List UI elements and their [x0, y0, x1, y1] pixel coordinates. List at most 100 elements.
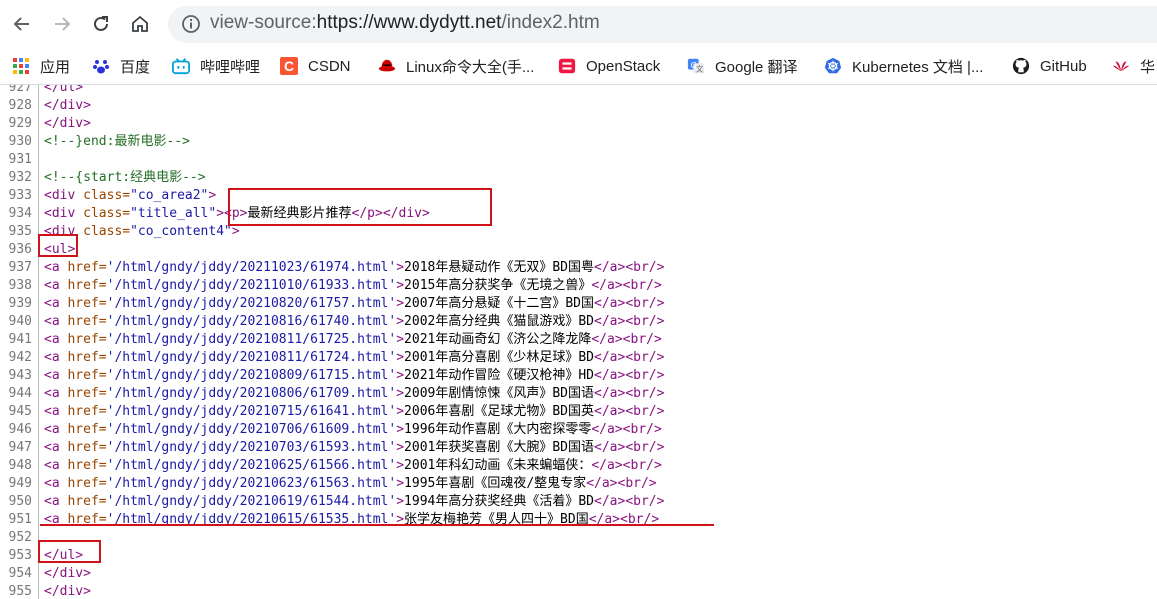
source-view[interactable]: 927 </ul> 928 </div> 929 </div> 930 <!--}end:最新… [0, 85, 1157, 599]
line-number: 939 [8, 296, 32, 311]
source-link[interactable]: '/html/gndy/jddy/20210706/61609.html' [107, 422, 397, 437]
bookmark-apps[interactable]: 应用 [12, 56, 70, 76]
html-tag: > [396, 404, 405, 419]
reload-icon [94, 16, 108, 31]
attribute-name: href= [67, 440, 107, 455]
code-text: 2015年高分获奖争《无境之兽》 [404, 278, 592, 293]
bookmark-label: 百度 [120, 58, 151, 76]
line-code: <a href='/html/gndy/jddy/20210816/61740.… [44, 313, 664, 331]
kubernetes-helm-icon [824, 57, 842, 75]
annotation-underline [40, 524, 714, 526]
line-number: 949 [8, 476, 32, 491]
line-number: 938 [8, 278, 32, 293]
csdn-logo-icon: C [280, 57, 298, 75]
code-text: 2021年动画奇幻《济公之降龙降 [404, 332, 592, 347]
line-code: <a href='/html/gndy/jddy/20210806/61709.… [44, 385, 664, 403]
bookmark-baidu[interactable]: 百度 [92, 56, 150, 76]
source-link[interactable]: '/html/gndy/jddy/20210816/61740.html' [107, 314, 397, 329]
line-number: 936 [8, 242, 32, 257]
html-tag: </a> [594, 386, 626, 401]
source-link[interactable]: '/html/gndy/jddy/20210619/61544.html' [107, 494, 397, 509]
line-code: <a href='/html/gndy/jddy/20210625/61566.… [44, 457, 662, 475]
bookmark-csdn[interactable]: C CSDN [280, 56, 351, 76]
annotation-box-ul-close [38, 540, 101, 563]
html-tag: <br/> [622, 422, 662, 437]
html-tag: > [396, 494, 405, 509]
source-link[interactable]: '/html/gndy/jddy/20210809/61715.html' [107, 368, 397, 383]
html-tag: </a> [594, 404, 626, 419]
html-tag: > [396, 458, 405, 473]
url-host: https://www.dydytt.net [316, 12, 502, 33]
bookmark-linux[interactable]: Linux命令大全(手... [378, 56, 534, 76]
bookmark-google-translate[interactable]: G文 Google 翻译 [687, 56, 798, 76]
html-tag: <div [44, 206, 84, 221]
html-tag: <br/> [617, 476, 657, 491]
bookmark-label: 华 [1140, 58, 1156, 76]
info-icon[interactable] [181, 14, 201, 34]
html-tag: > [396, 440, 405, 455]
source-link[interactable]: '/html/gndy/jddy/20210623/61563.html' [107, 476, 397, 491]
html-tag: </div> [44, 566, 91, 581]
line-number: 932 [8, 170, 32, 185]
html-tag: </a> [594, 260, 626, 275]
line-code: <a href='/html/gndy/jddy/20210811/61724.… [44, 349, 664, 367]
huawei-logo-icon [1112, 57, 1130, 75]
source-link[interactable]: '/html/gndy/jddy/20210811/61725.html' [107, 332, 397, 347]
bookmark-label: OpenStack [586, 57, 661, 75]
source-link[interactable]: '/html/gndy/jddy/20210625/61566.html' [107, 458, 397, 473]
line-number: 946 [8, 422, 32, 437]
annotation-box-title [228, 188, 492, 226]
line-code: </ul> [44, 85, 83, 97]
line-number: 948 [8, 458, 32, 473]
html-tag: <a [44, 458, 68, 473]
line-number: 955 [8, 584, 32, 599]
source-link[interactable]: '/html/gndy/jddy/20210703/61593.html' [107, 440, 397, 455]
html-tag: </a> [594, 440, 626, 455]
forward-button[interactable] [48, 10, 76, 38]
source-link[interactable]: '/html/gndy/jddy/20210715/61641.html' [107, 404, 397, 419]
html-tag: <a [44, 476, 68, 491]
bookmark-huawei[interactable]: 华 [1112, 56, 1155, 76]
line-code: <a href='/html/gndy/jddy/20210703/61593.… [44, 439, 664, 457]
line-number: 928 [8, 98, 32, 113]
address-url[interactable]: view-source:https://www.dydytt.net/index… [210, 12, 600, 34]
source-link[interactable]: '/html/gndy/jddy/20211023/61974.html' [107, 260, 397, 275]
home-icon [132, 15, 148, 32]
back-button[interactable] [8, 10, 36, 38]
line-code: <!--}end:最新电影--> [44, 133, 190, 151]
html-tag: > [396, 278, 405, 293]
html-tag: </a> [591, 332, 623, 347]
code-text: 2001年高分喜剧《少林足球》BD [404, 350, 595, 365]
attribute-value: "title_all" [130, 206, 217, 221]
bookmark-label: CSDN [308, 57, 351, 75]
html-tag: > [396, 368, 405, 383]
source-link[interactable]: '/html/gndy/jddy/20210806/61709.html' [107, 386, 397, 401]
attribute-name: href= [67, 350, 107, 365]
attribute-name: href= [67, 296, 107, 311]
html-tag: <br/> [622, 278, 662, 293]
html-tag: <br/> [622, 332, 662, 347]
home-button[interactable] [126, 10, 154, 38]
html-tag: </a> [594, 494, 626, 509]
source-link[interactable]: '/html/gndy/jddy/20210820/61757.html' [107, 296, 397, 311]
bookmark-bilibili[interactable]: 哔哩哔哩 [172, 56, 260, 76]
bookmark-github[interactable]: GitHub [1012, 56, 1087, 76]
reload-button[interactable] [87, 10, 115, 38]
attribute-name: class= [83, 188, 131, 203]
line-number: 952 [8, 530, 32, 545]
html-tag: <br/> [625, 314, 665, 329]
source-link[interactable]: '/html/gndy/jddy/20210811/61724.html' [107, 350, 397, 365]
redhat-icon [378, 57, 396, 75]
attribute-name: href= [67, 314, 107, 329]
apps-grid-icon [12, 57, 30, 75]
html-tag: > [396, 296, 405, 311]
html-tag: </a> [591, 422, 623, 437]
attribute-name: class= [83, 224, 131, 239]
source-link[interactable]: '/html/gndy/jddy/20211010/61933.html' [107, 278, 397, 293]
bookmark-openstack[interactable]: OpenStack [558, 56, 660, 76]
line-code: <a href='/html/gndy/jddy/20210811/61725.… [44, 331, 662, 349]
html-tag: > [396, 476, 405, 491]
line-number: 947 [8, 440, 32, 455]
bookmark-label: Linux命令大全(手... [406, 58, 535, 76]
bookmark-kubernetes[interactable]: Kubernetes 文档 |... [824, 56, 983, 76]
